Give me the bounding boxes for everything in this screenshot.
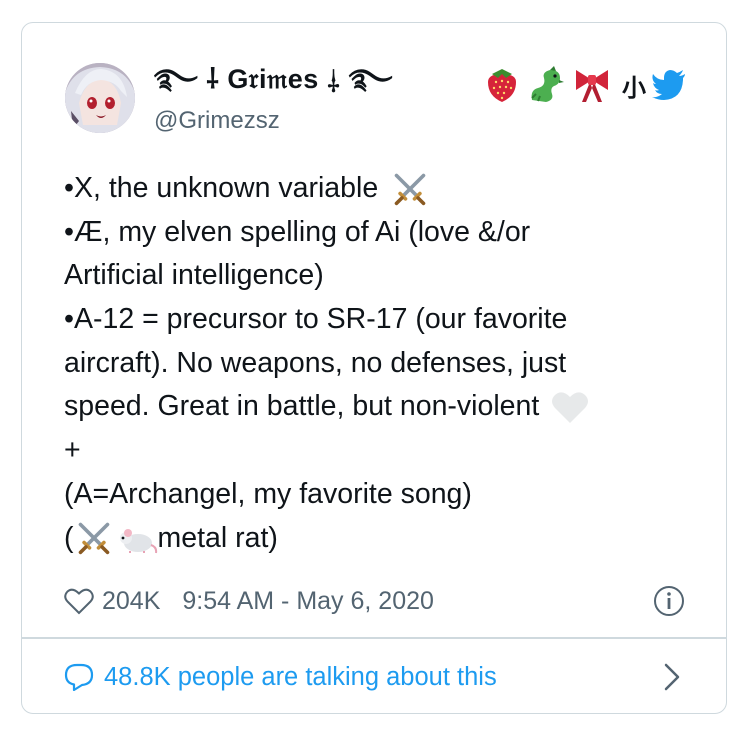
tweet-line-text: •A-12 = precursor to SR-17 (our favorite bbox=[64, 303, 568, 336]
white-heart-icon bbox=[552, 392, 589, 424]
tweet-line-text: aircraft). No weapons, no defenses, just bbox=[64, 346, 567, 379]
tweet-line-text: speed. Great in battle, but non-violent bbox=[64, 390, 540, 423]
tweet-line-text: (A=Archangel, my favorite song) bbox=[64, 477, 472, 510]
tweet-line: + bbox=[64, 429, 704, 473]
tweet-line-text: + bbox=[64, 434, 81, 467]
tweet-text: •X, the unknown variable •Æ, my elven sp… bbox=[64, 167, 704, 560]
tweet-card[interactable]: ࿐ ⸸ G𝔯i𝔪es ⸸ ࿐ 小 @Grimezsz •X, the unkno… bbox=[21, 22, 727, 714]
dragon-icon bbox=[531, 66, 564, 102]
tweet-line-text: metal rat) bbox=[157, 521, 278, 554]
talking-link[interactable]: 48.8K people are talking about this bbox=[64, 657, 497, 697]
strawberry-icon bbox=[488, 69, 516, 102]
name-suffix: 小 bbox=[622, 74, 646, 102]
tweet-line: •A-12 = precursor to SR-17 (our favorite bbox=[64, 298, 704, 342]
divider bbox=[22, 637, 726, 639]
chevron-right-icon[interactable] bbox=[662, 661, 682, 693]
like-count[interactable]: 204K bbox=[102, 587, 160, 616]
user-handle[interactable]: @Grimezsz bbox=[154, 107, 280, 135]
tweet-line: (A=Archangel, my favorite song) bbox=[64, 473, 704, 517]
display-name[interactable]: ࿐ ⸸ G𝔯i𝔪es ⸸ ࿐ bbox=[154, 64, 393, 107]
info-icon[interactable] bbox=[653, 585, 685, 617]
tweet-line-text: •Æ, my elven spelling of Ai (love &/or bbox=[64, 215, 531, 248]
ribbon-icon bbox=[576, 70, 608, 102]
crossed-swords-icon bbox=[394, 173, 426, 206]
crossed-swords-icon bbox=[78, 523, 109, 555]
reply-bubble-icon bbox=[64, 663, 94, 691]
tweet-line: aircraft). No weapons, no defenses, just bbox=[64, 342, 704, 386]
tweet-line-text: Artificial intelligence) bbox=[64, 259, 324, 292]
tweet-line: ( metal rat) bbox=[64, 517, 704, 561]
talking-text[interactable]: 48.8K people are talking about this bbox=[104, 663, 497, 692]
tweet-timestamp[interactable]: 9:54 AM - May 6, 2020 bbox=[182, 587, 434, 616]
tweet-line: speed. Great in battle, but non-violent bbox=[64, 385, 704, 429]
bird-icon bbox=[652, 70, 685, 100]
tweet-line: •Æ, my elven spelling of Ai (love &/or bbox=[64, 211, 704, 255]
avatar-image bbox=[65, 63, 135, 133]
tweet-line-text: •X, the unknown variable bbox=[64, 172, 379, 204]
heart-outline-icon[interactable] bbox=[64, 587, 94, 615]
avatar[interactable] bbox=[65, 63, 135, 133]
tweet-line: •X, the unknown variable bbox=[64, 167, 704, 211]
name-emojis: 小 bbox=[484, 63, 686, 107]
tweet-meta: 204K 9:54 AM - May 6, 2020 bbox=[64, 581, 434, 621]
tweet-line-text: ( bbox=[64, 521, 74, 554]
tweet-line: Artificial intelligence) bbox=[64, 254, 704, 298]
rat-icon bbox=[119, 529, 157, 554]
